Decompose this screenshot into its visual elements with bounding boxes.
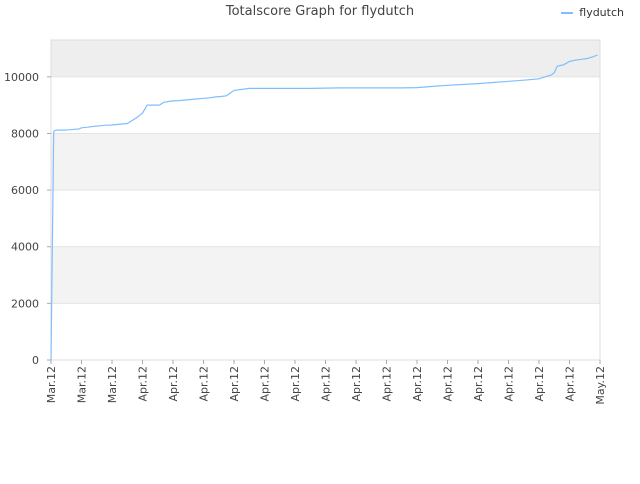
x-tick-label: Mar.12 xyxy=(76,366,89,403)
y-tick-label: 2000 xyxy=(11,297,39,310)
x-tick-label: Apr.12 xyxy=(350,366,363,402)
x-tick-label: Apr.12 xyxy=(533,366,546,402)
x-tick-label: May.12 xyxy=(594,366,607,405)
x-tick-label: Apr.12 xyxy=(198,366,211,402)
legend-label: flydutch xyxy=(579,6,624,19)
grid-band xyxy=(51,133,600,191)
x-tick-label: Apr.12 xyxy=(259,366,272,402)
x-tick-label: Apr.12 xyxy=(137,366,150,402)
series-line-flydutch xyxy=(50,54,598,361)
y-tick-label: 4000 xyxy=(11,241,39,254)
y-tick-label: 10000 xyxy=(4,71,39,84)
y-tick-label: 6000 xyxy=(11,184,39,197)
grid-band xyxy=(51,246,600,304)
legend: flydutch xyxy=(561,6,624,19)
x-tick-label: Apr.12 xyxy=(564,366,577,402)
x-tick-label: Apr.12 xyxy=(167,366,180,402)
grid-band-top xyxy=(51,40,600,77)
x-tick-label: Apr.12 xyxy=(320,366,333,402)
chart: Totalscore Graph for flydutch flydutch 0… xyxy=(0,0,640,480)
x-tick-label: Apr.12 xyxy=(472,366,485,402)
chart-title: Totalscore Graph for flydutch xyxy=(225,4,415,19)
x-tick-label: Apr.12 xyxy=(503,366,516,402)
x-tick-label: Apr.12 xyxy=(381,366,394,402)
x-tick-label: Mar.12 xyxy=(106,366,119,403)
x-tick-label: Apr.12 xyxy=(411,366,424,402)
y-tick-label: 8000 xyxy=(11,127,39,140)
legend-swatch-icon xyxy=(561,11,574,14)
y-tick-label: 0 xyxy=(32,354,39,367)
x-tick-label: Apr.12 xyxy=(228,366,241,402)
x-tick-label: Apr.12 xyxy=(289,366,302,402)
plot-area: 0 2000 4000 6000 8000 10000 Mar.12 Mar.12 Mar.12… xyxy=(4,39,607,405)
x-tick-label: Apr.12 xyxy=(442,366,455,402)
x-tick-label: Mar.12 xyxy=(45,366,58,403)
